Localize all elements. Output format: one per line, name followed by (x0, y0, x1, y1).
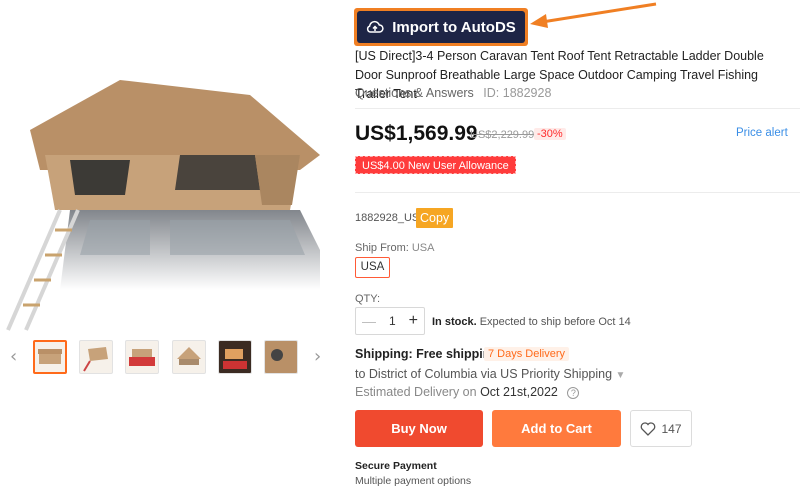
thumbnail-2[interactable] (79, 340, 113, 374)
ship-to-selector[interactable]: to District of Columbia via US Priority … (355, 367, 625, 381)
heart-icon (641, 421, 656, 436)
price-alert-link[interactable]: Price alert (736, 127, 788, 139)
new-user-allowance-coupon[interactable]: US$4.00 New User Allowance (355, 156, 516, 174)
ship-from-label: Ship From: USA (355, 242, 434, 254)
copy-button[interactable]: Copy (416, 208, 454, 228)
in-stock-label: In stock. (432, 316, 477, 328)
estimated-delivery-date: Oct 21st,2022 (480, 385, 558, 399)
help-icon[interactable]: ? (567, 386, 580, 399)
import-to-autods-button[interactable]: Import to AutoDS (357, 11, 525, 43)
questions-answers-link[interactable]: Questions & Answers (355, 86, 474, 100)
estimated-delivery-label: Estimated Delivery on (355, 385, 477, 399)
original-price: US$2,229.99 (470, 129, 535, 141)
ship-from-option-usa[interactable]: USA (355, 257, 390, 278)
main-product-image[interactable] (0, 60, 330, 335)
secure-payment-title: Secure Payment (355, 460, 437, 472)
shipping-label: Shipping: Free shipping (355, 347, 499, 361)
ship-to-text: to District of Columbia via US Priority … (355, 367, 613, 381)
thumbnail-5[interactable] (218, 340, 252, 374)
minus-icon[interactable]: — (362, 313, 376, 329)
chevron-left-icon[interactable]: ‹ (10, 346, 17, 367)
thumbnail-1[interactable] (33, 340, 67, 374)
thumbnail-4[interactable] (172, 340, 206, 374)
thumbnail-3[interactable] (125, 340, 159, 374)
secure-payment-subtitle: Multiple payment options (355, 475, 472, 487)
stock-status: In stock. Expected to ship before Oct 14 (432, 316, 631, 328)
thumbnail-strip: ‹ › (0, 338, 335, 376)
ship-from-title: Ship From: (355, 242, 409, 254)
qty-label: QTY: (355, 293, 381, 305)
qa-row: Questions & Answers ID: 1882928 (355, 86, 551, 100)
sku-code: 1882928_US (355, 212, 420, 224)
buy-now-button[interactable]: Buy Now (355, 410, 483, 447)
estimated-delivery: Estimated Delivery on Oct 21st,2022 ? (355, 385, 580, 399)
divider (355, 108, 800, 109)
wishlist-button[interactable]: 147 (630, 410, 692, 447)
import-button-label: Import to AutoDS (392, 18, 516, 36)
annotation-arrow-icon (530, 2, 657, 28)
chevron-right-icon[interactable]: › (314, 346, 321, 367)
thumbnail-6[interactable] (264, 340, 298, 374)
quantity-stepper: — 1 + (355, 307, 425, 335)
plus-icon[interactable]: + (409, 312, 418, 330)
quantity-value[interactable]: 1 (389, 314, 396, 328)
add-to-cart-button[interactable]: Add to Cart (492, 410, 621, 447)
import-button-frame: Import to AutoDS (354, 8, 528, 46)
divider (355, 192, 800, 193)
current-price: US$1,569.99 (355, 122, 478, 145)
ship-from-value: USA (411, 242, 435, 254)
cloud-upload-icon (367, 20, 384, 33)
ship-before-text: Expected to ship before Oct 14 (479, 316, 631, 328)
delivery-badge: 7 Days Delivery (484, 347, 570, 361)
wishlist-count: 147 (661, 421, 682, 436)
product-id: ID: 1882928 (483, 86, 552, 100)
caret-down-icon: ▼ (615, 370, 626, 381)
discount-badge: -30% (534, 128, 566, 140)
